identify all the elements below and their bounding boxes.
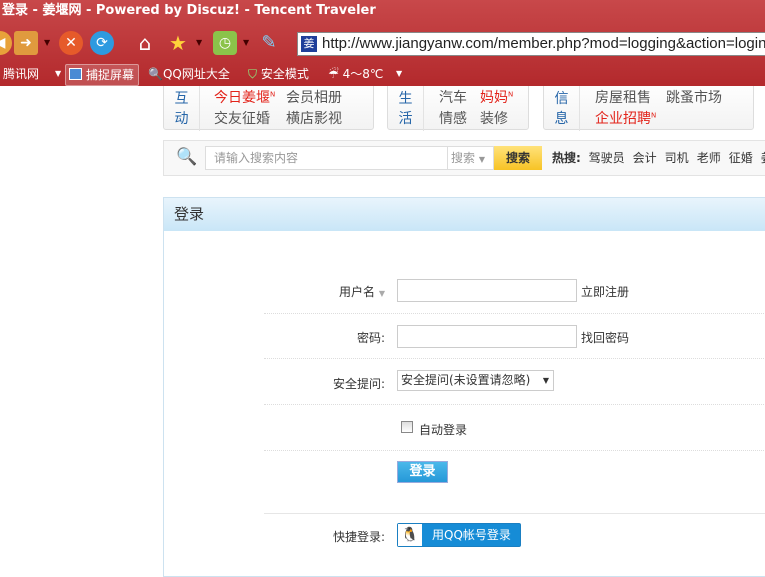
forward-dropdown-icon[interactable]: ▼ [44, 38, 50, 47]
nav-category: 互动 [164, 81, 200, 131]
search-button[interactable]: 搜索 [494, 146, 542, 170]
hot-link[interactable]: 征婚 [729, 151, 753, 165]
nav-box-life: 生活 汽车 妈妈N 情感 装修 [387, 80, 529, 131]
hot-link[interactable]: 驾驶员 [589, 151, 625, 165]
site-favicon: 姜 [301, 36, 317, 52]
favorites-star-icon[interactable]: ★ [166, 31, 190, 55]
forward-icon[interactable]: ➜ [14, 31, 38, 55]
nav-box-info: 信息 房屋租售 跳蚤市场 企业招聘N [543, 80, 754, 131]
qq-penguin-icon: 🐧 [398, 524, 422, 546]
history-dropdown-icon[interactable]: ▼ [243, 38, 249, 47]
weather-icon: ☔ [328, 67, 339, 81]
shield-icon: ⛉ [248, 67, 258, 81]
password-input[interactable] [397, 325, 577, 348]
nav-category: 生活 [388, 81, 424, 131]
browser-chrome: 登录 - 姜堰网 - Powered by Discuz! - Tencent … [0, 0, 765, 86]
nav-category: 信息 [544, 81, 580, 131]
search-bar: 🔍 请输入搜索内容 搜索 ▼ 搜索 热搜: 驾驶员会计司机老师征婚姜 [163, 140, 765, 176]
login-title: 登录 [164, 198, 765, 231]
nav-link[interactable]: 跳蚤市场 [666, 87, 722, 107]
hot-link[interactable]: 司机 [665, 151, 689, 165]
register-link[interactable]: 立即注册 [581, 283, 629, 300]
home-icon[interactable]: ⌂ [133, 31, 157, 55]
username-label[interactable]: 用户名 ▼ [265, 283, 385, 300]
link-safe-mode[interactable]: ⛉ 安全模式 [248, 62, 309, 86]
divider [264, 404, 765, 405]
hot-link[interactable]: 会计 [633, 151, 657, 165]
username-input[interactable] [397, 279, 577, 302]
clean-broom-icon[interactable]: ✎ [257, 31, 281, 55]
divider [264, 313, 765, 314]
nav-link[interactable]: 横店影视 [286, 108, 342, 128]
nav-link[interactable]: 今日姜堰N [214, 87, 275, 107]
link-qq-directory[interactable]: 🔍QQ网址大全 [148, 62, 230, 86]
address-text: http://www.jiangyanw.com/member.php?mod=… [322, 35, 765, 52]
favorites-dropdown-icon[interactable]: ▼ [196, 38, 202, 47]
nav-link[interactable]: 汽车 [439, 87, 467, 107]
hot-link[interactable]: 老师 [697, 151, 721, 165]
hot-link[interactable]: 姜 [761, 151, 765, 165]
nav-link[interactable]: 交友征婚 [214, 108, 270, 128]
window-title: 登录 - 姜堰网 - Powered by Discuz! - Tencent … [2, 3, 376, 18]
forgot-password-link[interactable]: 找回密码 [581, 329, 629, 346]
links-bar: 腾讯网 ▼ 捕捉屏幕 🔍QQ网址大全 ⛉ 安全模式 ☔ 4～8℃ ▼ [0, 62, 765, 86]
address-bar[interactable]: 姜 http://www.jiangyanw.com/member.php?mod… [297, 32, 765, 56]
magnifier-icon: 🔍 [176, 147, 198, 167]
qq-login-button[interactable]: 🐧 用QQ帐号登录 [397, 523, 521, 547]
stop-icon[interactable]: ✕ [59, 31, 83, 55]
chevron-down-icon: ▼ [542, 376, 549, 385]
search-input[interactable]: 请输入搜索内容 [205, 146, 448, 170]
login-submit-button[interactable]: 登录 [397, 461, 448, 483]
hot-searches: 热搜: 驾驶员会计司机老师征婚姜 [552, 141, 765, 175]
quick-login-label: 快捷登录: [332, 530, 385, 544]
links-dropdown-icon[interactable]: ▼ [55, 62, 61, 86]
nav-box-interact: 互动 今日姜堰N 会员相册 交友征婚 横店影视 [163, 80, 374, 131]
nav-link[interactable]: 情感 [439, 108, 467, 128]
capture-screen-button[interactable]: 捕捉屏幕 [65, 64, 140, 86]
auto-login-checkbox[interactable] [401, 421, 413, 433]
hot-label: 热搜: [552, 151, 581, 165]
password-label: 密码: [356, 331, 385, 345]
divider [264, 358, 765, 359]
back-icon[interactable]: ◀ [0, 31, 12, 55]
username-type-dropdown-icon: ▼ [378, 289, 385, 298]
divider [264, 513, 765, 514]
divider [264, 450, 765, 451]
search-type-select[interactable]: 搜索 ▼ [448, 146, 494, 170]
nav-link[interactable]: 装修 [480, 108, 508, 128]
weather-widget[interactable]: ☔ 4～8℃ [328, 62, 383, 86]
refresh-icon[interactable]: ⟳ [90, 31, 114, 55]
link-tencent[interactable]: 腾讯网 [3, 62, 39, 86]
history-clock-icon[interactable]: ◷ [213, 31, 237, 55]
nav-link[interactable]: 会员相册 [286, 87, 342, 107]
screen-capture-icon [69, 68, 82, 80]
weather-dropdown-icon[interactable]: ▼ [396, 62, 402, 86]
nav-link[interactable]: 妈妈N [480, 87, 513, 107]
security-question-select[interactable]: 安全提问(未设置请忽略) ▼ [397, 370, 554, 391]
security-question-label: 安全提问: [332, 377, 385, 391]
nav-link[interactable]: 企业招聘N [595, 108, 656, 128]
auto-login-label[interactable]: 自动登录 [419, 421, 467, 438]
search-globe-icon: 🔍 [148, 67, 163, 81]
nav-link[interactable]: 房屋租售 [595, 87, 651, 107]
